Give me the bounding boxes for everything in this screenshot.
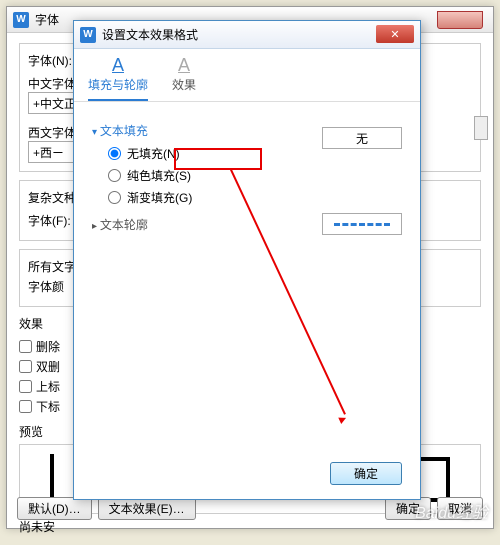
tab-fill-label: 填充与轮廓 (88, 76, 148, 93)
tab-effects-label: 效果 (172, 76, 196, 93)
font-dialog-title: 字体 (35, 11, 59, 28)
radio-no-fill-label: 无填充(N) (127, 145, 180, 162)
preview-glyph-right (420, 457, 450, 502)
tab-effects[interactable]: A 效果 (172, 55, 196, 101)
text-effect-dialog: W 设置文本效果格式 ✕ A 填充与轮廓 A 效果 文本填充 无填充(N) 纯色… (73, 20, 421, 500)
fill-none-combo[interactable]: 无 (322, 127, 402, 149)
app-icon: W (80, 27, 96, 43)
tabs: A 填充与轮廓 A 效果 (74, 49, 420, 102)
dash-preview (334, 223, 390, 226)
text-effect-titlebar: W 设置文本效果格式 ✕ (74, 21, 420, 49)
radio-gradient-fill-label: 渐变填充(G) (127, 189, 192, 206)
fill-none-value: 无 (356, 130, 368, 147)
superscript-label: 上标 (36, 378, 60, 395)
radio-gradient-fill[interactable]: 渐变填充(G) (108, 189, 402, 206)
text-effect-title: 设置文本效果格式 (102, 26, 198, 43)
close-button[interactable]: ✕ (376, 25, 414, 43)
color-label: 字体颜 (28, 280, 64, 294)
double-strike-label: 双删 (36, 358, 60, 375)
subscript-label: 下标 (36, 398, 60, 415)
effects-icon: A (178, 55, 190, 76)
size-spinner[interactable] (474, 116, 488, 140)
radio-solid-fill[interactable]: 纯色填充(S) (108, 167, 402, 184)
dash-style-combo[interactable] (322, 213, 402, 235)
ok-button[interactable]: 确定 (330, 462, 402, 485)
radio-solid-fill-label: 纯色填充(S) (127, 167, 191, 184)
west-font-value: +西ㄧ (33, 144, 64, 161)
app-icon: W (13, 12, 29, 28)
close-button[interactable] (437, 11, 483, 29)
style-label: 字体(F): (28, 214, 71, 228)
watermark: Baidu经验 (415, 499, 488, 523)
fill-outline-icon: A (112, 55, 124, 76)
cn-font-value: +中文正 (33, 95, 76, 112)
text-effect-button[interactable]: 文本效果(E)… (98, 497, 196, 520)
default-button[interactable]: 默认(D)… (17, 497, 92, 520)
tab-fill-outline[interactable]: A 填充与轮廓 (88, 55, 148, 101)
strike-label: 删除 (36, 338, 60, 355)
not-installed-label: 尚未安 (19, 518, 481, 535)
footer-buttons: 默认(D)… 文本效果(E)… 确定 取消 (17, 497, 483, 520)
